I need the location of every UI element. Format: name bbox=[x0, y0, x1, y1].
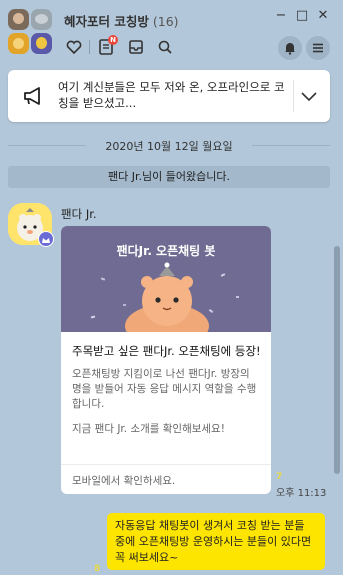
search-icon[interactable] bbox=[155, 37, 175, 57]
card-footer-text: 모바일에서 확인하세요. bbox=[72, 475, 176, 487]
member-avatar bbox=[31, 9, 52, 30]
bell-icon bbox=[285, 43, 295, 55]
toolbar-divider bbox=[89, 40, 90, 54]
chat-header: 혜자포터 코칭방 (16) − □ ✕ N bbox=[0, 0, 343, 64]
card-description: 오픈채팅방 지킴이로 나선 팬다Jr. 방장의 명을 받들어 자동 응답 메시지… bbox=[72, 368, 257, 410]
close-button[interactable]: ✕ bbox=[314, 7, 332, 25]
chat-scrollbar[interactable] bbox=[334, 246, 340, 474]
member-avatar bbox=[8, 33, 29, 54]
card-hero-image: 팬다Jr. 오픈채팅 봇 bbox=[61, 226, 271, 332]
my-message-bubble[interactable]: 자동응답 채팅봇이 생겨서 코칭 받는 분들 중에 오픈채팅방 운영하시는 분들… bbox=[107, 513, 325, 570]
chevron-down-icon[interactable] bbox=[300, 88, 318, 104]
unread-count: 7 bbox=[276, 472, 283, 482]
sender-name: 팬다 Jr. bbox=[61, 207, 97, 221]
member-count: (16) bbox=[152, 14, 179, 29]
menu-icon bbox=[313, 43, 323, 53]
unread-count: 8 bbox=[94, 564, 101, 574]
maximize-button[interactable]: □ bbox=[293, 7, 311, 25]
card-headline: 주목받고 싶은 팬다Jr. 오픈채팅에 등장! bbox=[72, 344, 261, 358]
minimize-button[interactable]: − bbox=[272, 7, 290, 25]
notice-text: 여기 계신분들은 모두 저와 온, 오프라인으로 코칭을 받으셨고... bbox=[58, 80, 285, 110]
notice-banner[interactable]: 여기 계신분들은 모두 저와 온, 오프라인으로 코칭을 받으셨고... bbox=[8, 70, 330, 122]
room-avatar-group[interactable] bbox=[8, 9, 54, 57]
room-title[interactable]: 혜자포터 코칭방 (16) bbox=[64, 11, 179, 30]
bot-badge-icon bbox=[38, 231, 54, 247]
member-avatar bbox=[8, 9, 29, 30]
date-label: 2020년 10월 12일 월요일 bbox=[105, 140, 233, 153]
new-badge: N bbox=[108, 35, 118, 45]
bot-intro-card[interactable]: 팬다Jr. 오픈채팅 봇 주목받고 싶은 팬다Jr. 오픈채팅에 등장! 오픈채… bbox=[61, 226, 271, 494]
heart-icon[interactable] bbox=[64, 37, 84, 57]
room-title-text: 혜자포터 코칭방 bbox=[64, 14, 149, 29]
inbox-icon[interactable] bbox=[126, 37, 146, 57]
card-body: 주목받고 싶은 팬다Jr. 오픈채팅에 등장! 오픈채팅방 지킴이로 나선 팬다… bbox=[72, 343, 262, 436]
card-cta: 지금 팬다 Jr. 소개를 확인해보세요! bbox=[72, 423, 225, 435]
date-divider: 2020년 10월 12일 월요일 bbox=[8, 138, 330, 153]
megaphone-icon bbox=[22, 85, 46, 107]
bubble-tail bbox=[309, 519, 316, 529]
member-avatar bbox=[31, 33, 52, 54]
message-time: 오후 11:13 bbox=[276, 488, 327, 499]
menu-button[interactable] bbox=[306, 36, 330, 60]
date-rule-right bbox=[252, 145, 330, 146]
card-footer[interactable]: 모바일에서 확인하세요. bbox=[61, 464, 271, 494]
notification-button[interactable] bbox=[278, 36, 302, 60]
system-message: 팬다 Jr.님이 들어왔습니다. bbox=[8, 166, 330, 188]
panda-illustration bbox=[90, 262, 239, 332]
notice-divider bbox=[293, 80, 294, 112]
